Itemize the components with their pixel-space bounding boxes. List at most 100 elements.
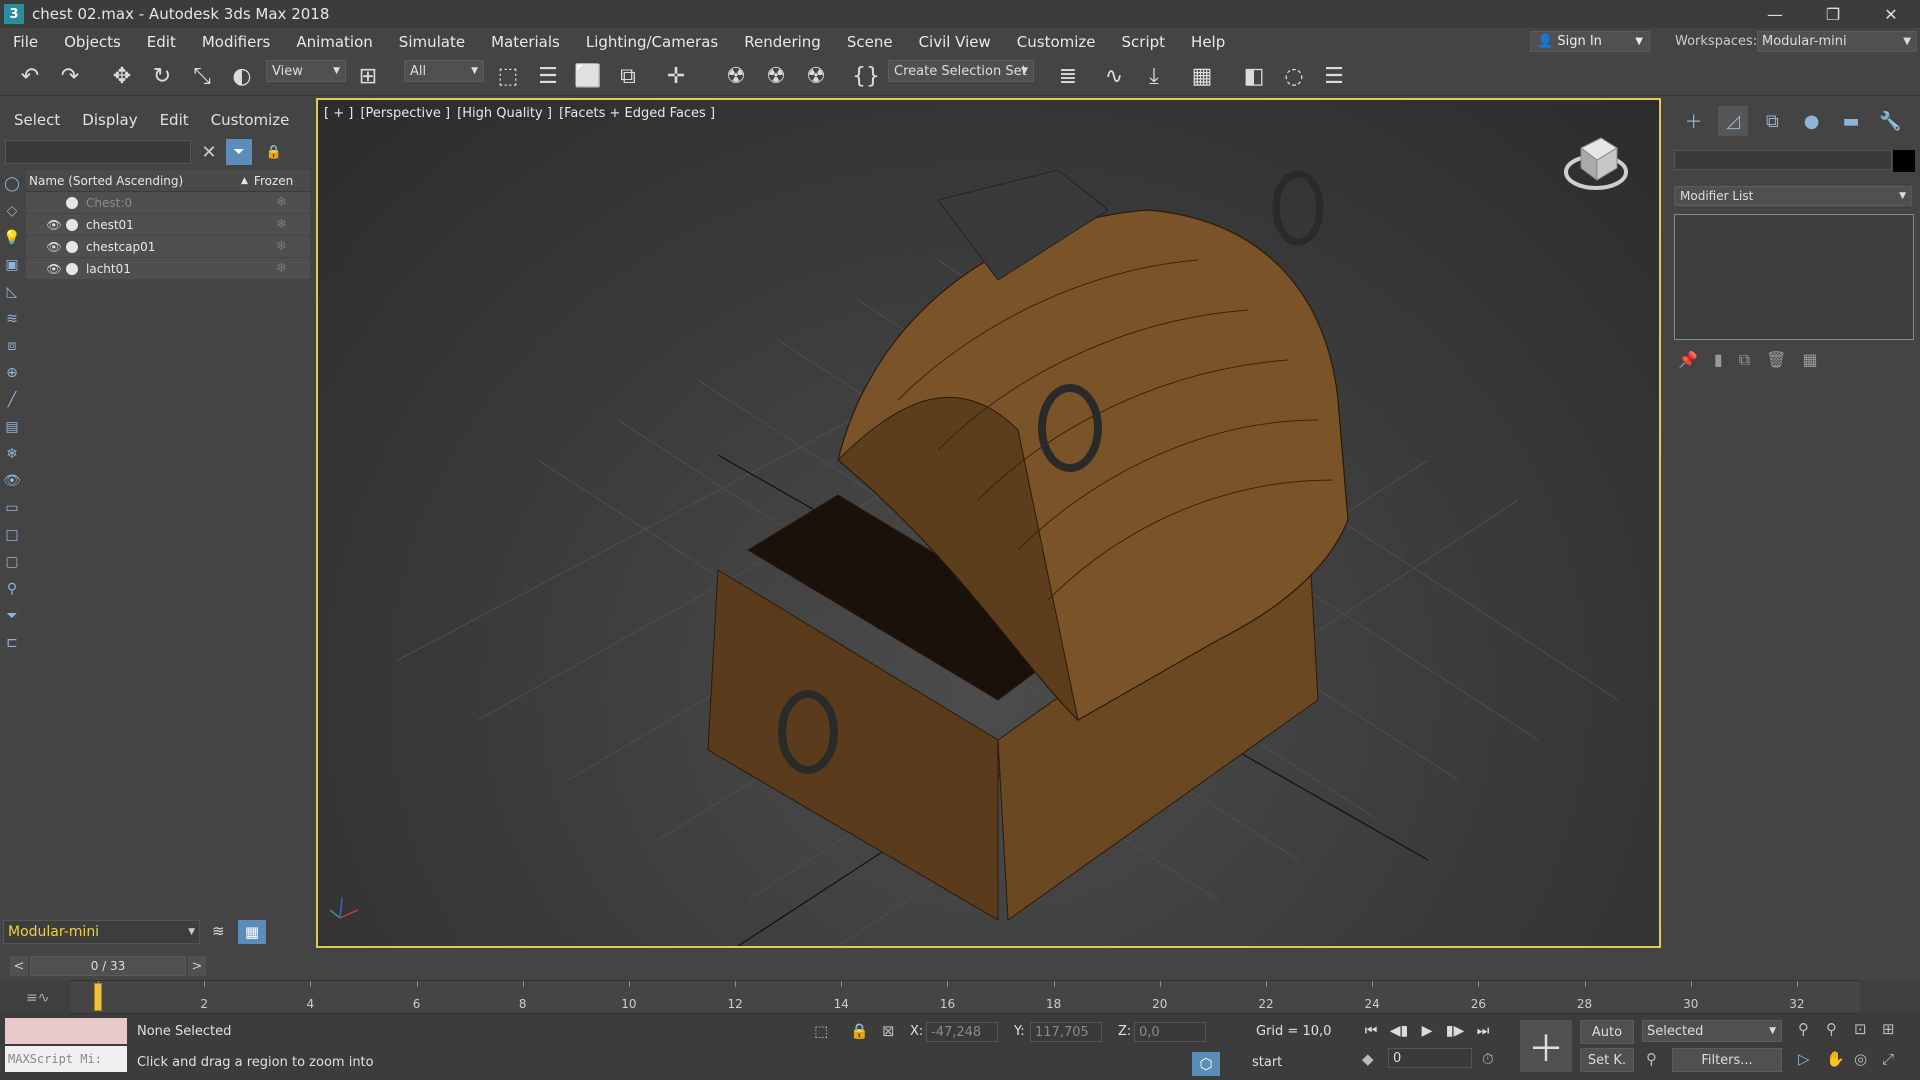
remove-modifier-icon[interactable]: 🗑 (1766, 350, 1786, 374)
display-all-icon[interactable]: ▭ (0, 494, 24, 521)
configure-modifier-sets-icon[interactable]: ▦ (1802, 350, 1817, 374)
container-box-icon[interactable]: ⊏ (0, 629, 24, 656)
filter-icon[interactable]: ⏷ (226, 139, 252, 165)
helpers-filter-icon[interactable]: ◺ (0, 278, 24, 305)
y-coordinate-field[interactable]: 117,705 (1030, 1022, 1102, 1042)
reference-coordinate-dropdown[interactable]: View ▼ (266, 60, 346, 82)
menu-file[interactable]: File (0, 28, 51, 56)
freeze-icon[interactable]: ❄ (276, 261, 287, 276)
menu-civil-view[interactable]: Civil View (906, 28, 1004, 56)
zoom-extents-icon[interactable]: ⊡ (1854, 1020, 1867, 1038)
time-configuration-icon[interactable]: ⏱ (1482, 1050, 1494, 1068)
column-name[interactable]: Name (Sorted Ascending) (26, 174, 241, 188)
lights-filter-icon[interactable]: 💡 (0, 224, 24, 251)
table-row[interactable]: 👁 lacht01 ❄ (26, 258, 310, 280)
selection-set-dropdown[interactable]: Create Selection Set ▼ (888, 60, 1034, 82)
layer-dropdown[interactable]: Modular-mini ▼ (3, 920, 200, 944)
pan-icon[interactable]: ✋ (1826, 1050, 1845, 1068)
xrefs-filter-icon[interactable]: ⊕ (0, 359, 24, 386)
key-filter-dropdown[interactable]: Selected ▼ (1642, 1020, 1782, 1042)
selection-lock-icon[interactable]: 🔒 (850, 1022, 869, 1040)
spinner-snap-icon[interactable]: ☢ (800, 60, 832, 92)
clear-search-icon[interactable]: ✕ (198, 140, 220, 164)
layers-icon[interactable]: ≋ (212, 922, 225, 940)
explorer-menu-select[interactable]: Select (0, 111, 68, 129)
modifier-stack[interactable] (1674, 214, 1914, 340)
viewcube[interactable] (1561, 128, 1631, 198)
restore-button[interactable]: ❐ (1804, 0, 1862, 28)
previous-key-icon[interactable]: ◀▮ (1386, 1020, 1412, 1042)
mini-curve-editor-icon[interactable]: ≡∿ (26, 990, 49, 1006)
material-editor-icon[interactable]: ▦ (1186, 60, 1218, 92)
maximize-viewport-icon[interactable]: ⤢ (1882, 1050, 1894, 1068)
minimize-button[interactable]: — (1746, 0, 1804, 28)
go-to-end-icon[interactable]: ⏭ (1470, 1020, 1496, 1042)
isolate-selection-icon[interactable]: ⬚ (814, 1022, 828, 1040)
window-crossing-icon[interactable]: ⧉ (612, 60, 644, 92)
filter-funnel-icon[interactable]: ⏷ (0, 602, 24, 629)
current-frame-field[interactable]: 0 (1388, 1048, 1472, 1068)
schematic-view-icon[interactable]: ⤓ (1138, 60, 1170, 92)
rotate-icon[interactable]: ↻ (146, 60, 178, 92)
cameras-filter-icon[interactable]: ▣ (0, 251, 24, 278)
go-to-start-icon[interactable]: ⏮ (1358, 1020, 1384, 1042)
key-mode-icon[interactable]: ◆ (1362, 1050, 1374, 1068)
move-icon[interactable]: ✥ (106, 60, 138, 92)
region-select-icon[interactable]: ⬜ (572, 60, 604, 92)
angle-snap-icon[interactable]: ☢ (720, 60, 752, 92)
orbit-icon[interactable]: ◎ (1854, 1050, 1867, 1068)
menu-lighting-cameras[interactable]: Lighting/Cameras (573, 28, 731, 56)
menu-script[interactable]: Script (1109, 28, 1179, 56)
auto-key-button[interactable]: Auto (1580, 1020, 1634, 1044)
selection-filter-dropdown[interactable]: All ▼ (404, 60, 484, 82)
explorer-menu-customize[interactable]: Customize (197, 111, 298, 129)
z-coordinate-field[interactable]: 0,0 (1134, 1022, 1206, 1042)
time-slider-thumb[interactable] (94, 983, 102, 1011)
table-row[interactable]: 👁 chest01 ❄ (26, 214, 310, 236)
toggle-ribbon-icon[interactable]: ☰ (1318, 60, 1350, 92)
show-end-result-icon[interactable]: ▮ (1714, 350, 1723, 374)
motion-tab-icon[interactable]: ● (1797, 106, 1827, 136)
zoom-extents-all-icon[interactable]: ⊞ (1882, 1020, 1895, 1038)
close-button[interactable]: ✕ (1862, 0, 1920, 28)
eye-icon[interactable]: 👁 (44, 218, 64, 232)
bones-filter-icon[interactable]: ╱ (0, 386, 24, 413)
spacewarps-filter-icon[interactable]: ≋ (0, 305, 24, 332)
frozen-filter-icon[interactable]: ❄ (0, 440, 24, 467)
object-color-swatch[interactable] (1893, 150, 1915, 172)
pivot-icon[interactable]: ⊞ (352, 60, 384, 92)
eye-icon[interactable]: 👁 (44, 240, 64, 254)
workspace-dropdown[interactable]: Modular-mini ▼ (1757, 31, 1917, 52)
scene-explorer-toggle-icon[interactable]: ▦ (238, 920, 266, 944)
x-coordinate-field[interactable]: -47,248 (926, 1022, 998, 1042)
time-slider-counter[interactable]: 0 / 33 (30, 956, 186, 976)
absolute-mode-icon[interactable]: ⊠ (882, 1022, 895, 1040)
snap-icon[interactable]: ✛ (660, 60, 692, 92)
mirror-icon[interactable]: ◧ (1238, 60, 1270, 92)
groups-filter-icon[interactable]: ⧈ (0, 332, 24, 359)
align-icon[interactable]: ◌ (1278, 60, 1310, 92)
hierarchy-tab-icon[interactable]: ⧉ (1757, 106, 1787, 136)
layer-explorer-icon[interactable]: ≣ (1052, 60, 1084, 92)
display-tab-icon[interactable]: ▬ (1836, 106, 1866, 136)
zoom-all-icon[interactable]: ⚲ (1826, 1020, 1837, 1038)
percent-snap-icon[interactable]: ☢ (760, 60, 792, 92)
table-row[interactable]: Chest:0 ❄ (26, 192, 310, 214)
table-row[interactable]: 👁 chestcap01 ❄ (26, 236, 310, 258)
menu-animation[interactable]: Animation (283, 28, 385, 56)
menu-modifiers[interactable]: Modifiers (189, 28, 283, 56)
make-unique-icon[interactable]: ⧉ (1739, 350, 1750, 374)
menu-scene[interactable]: Scene (834, 28, 906, 56)
redo-icon[interactable]: ↷ (54, 60, 86, 92)
menu-simulate[interactable]: Simulate (386, 28, 478, 56)
explorer-menu-display[interactable]: Display (68, 111, 145, 129)
placement-icon[interactable]: ◐ (226, 60, 258, 92)
containers-filter-icon[interactable]: ▤ (0, 413, 24, 440)
display-none-icon[interactable]: □ (0, 521, 24, 548)
field-of-view-icon[interactable]: ▷ (1798, 1050, 1810, 1068)
select-by-name-icon[interactable]: ☰ (532, 60, 564, 92)
zoom-icon[interactable]: ⚲ (1798, 1020, 1809, 1038)
object-name-field[interactable] (1674, 150, 1892, 170)
hidden-filter-icon[interactable]: 👁 (0, 467, 24, 494)
next-key-icon[interactable]: ▮▶ (1442, 1020, 1468, 1042)
